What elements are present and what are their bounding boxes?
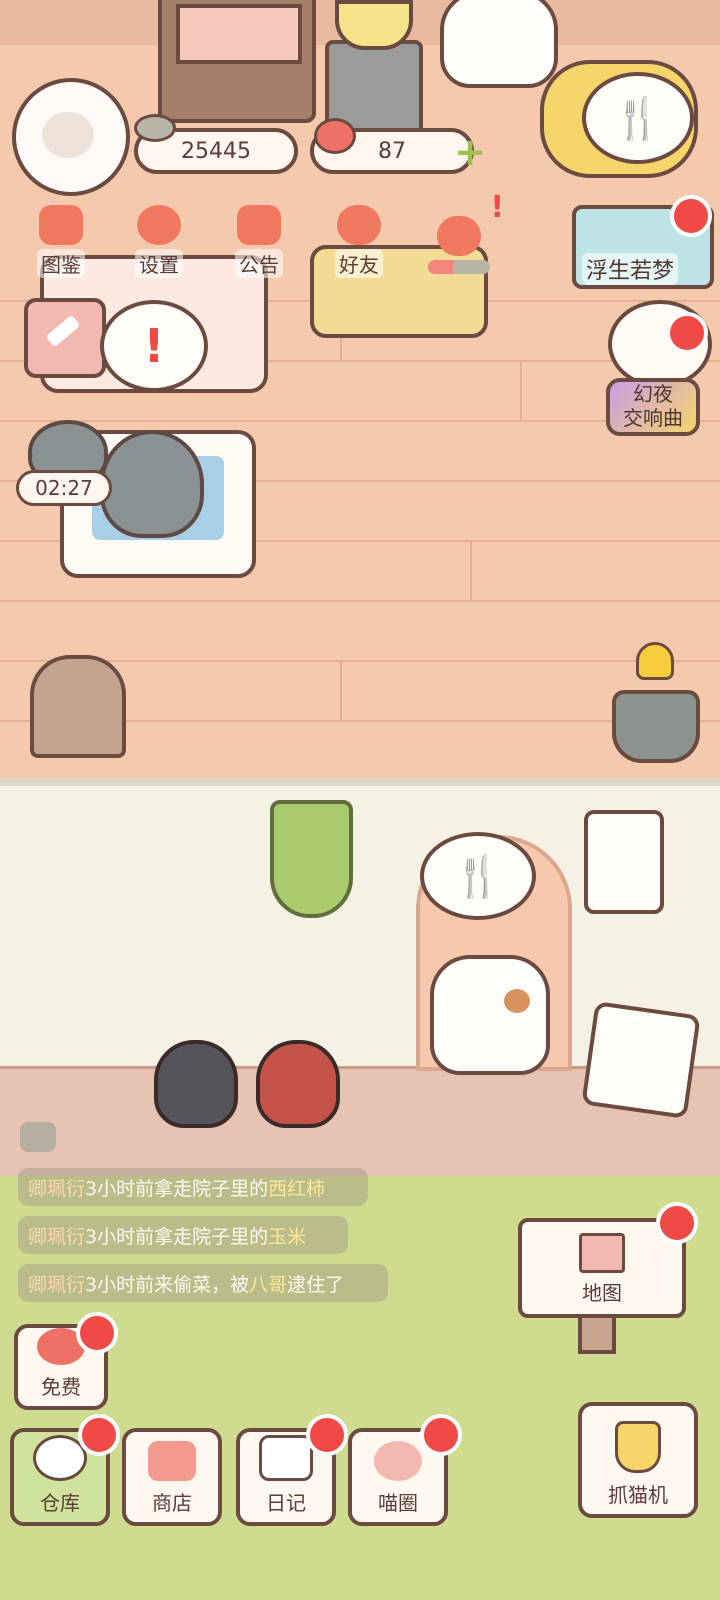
- map-badge: [656, 1202, 698, 1244]
- event-symphony-card: 幻夜 交响曲: [606, 378, 700, 436]
- add-currency-icon[interactable]: +: [452, 133, 488, 171]
- log-1-name: 卿珮衍: [28, 1177, 86, 1200]
- menu-settings-button[interactable]: 设置: [118, 202, 200, 278]
- event-symphony[interactable]: 幻夜 交响曲: [602, 300, 712, 460]
- log-3-name: 卿珮衍: [28, 1273, 86, 1296]
- cat-calendar[interactable]: [584, 810, 664, 914]
- trash-bin[interactable]: [30, 655, 126, 758]
- room-divider: [0, 778, 720, 786]
- menu-collection-button[interactable]: 图鉴: [20, 202, 102, 278]
- diary-label: 日记: [266, 1491, 306, 1515]
- claw-machine-label: 抓猫机: [608, 1483, 668, 1507]
- event-fusheng[interactable]: 浮生若梦: [572, 195, 714, 289]
- log-3-tail: 逮住了: [287, 1273, 345, 1296]
- cat-book-icon: [39, 205, 83, 245]
- fish-currency[interactable]: 25445: [134, 114, 298, 174]
- log-2-name: 卿珮衍: [28, 1225, 86, 1248]
- hearts-icon: [437, 216, 481, 256]
- menu-notice-button[interactable]: 公告: [218, 202, 300, 278]
- mouse-timer[interactable]: 02:27: [16, 470, 112, 506]
- log-2-item: 玉米: [268, 1225, 307, 1248]
- circle-badge: [420, 1414, 462, 1456]
- tv-cabinet[interactable]: [158, 0, 316, 123]
- claw-icon: [615, 1421, 661, 1473]
- tulip: [636, 642, 674, 680]
- heart-currency[interactable]: 87: [310, 118, 474, 174]
- event-symphony-line1: 幻夜: [633, 382, 673, 406]
- grumpy-mouse[interactable]: [100, 430, 204, 538]
- menu-notice-label: 公告: [235, 249, 283, 278]
- warehouse-badge: [78, 1414, 120, 1456]
- gear-icon: [137, 205, 181, 245]
- shop-icon: [148, 1441, 196, 1481]
- menu-friends-button[interactable]: 好友: [318, 202, 400, 278]
- diary-icon: [259, 1435, 313, 1481]
- log-2-text: 3小时前拿走院子里的: [85, 1225, 269, 1248]
- log-entry-3: 卿珮衍 3小时前来偷菜，被 八哥 逮住了: [18, 1264, 388, 1302]
- free-label: 免费: [41, 1375, 81, 1399]
- menu-settings-label: 设置: [135, 249, 183, 278]
- calico-cat[interactable]: [430, 955, 550, 1075]
- love-progress-bar: [428, 260, 490, 274]
- dark-daruma[interactable]: [154, 1040, 238, 1128]
- warehouse-label: 仓库: [40, 1491, 80, 1515]
- shop-button[interactable]: 商店: [122, 1428, 222, 1526]
- log-1-item: 西红柿: [268, 1177, 326, 1200]
- flower-pot[interactable]: [612, 690, 700, 763]
- friends-icon: [337, 205, 381, 245]
- easel[interactable]: [581, 1001, 701, 1119]
- free-badge: [76, 1312, 118, 1354]
- log-entry-2: 卿珮衍 3小时前拿走院子里的 玉米: [18, 1216, 348, 1254]
- mouse-timer-text: 02:27: [35, 476, 93, 500]
- log-1-text: 3小时前拿走院子里的: [85, 1177, 269, 1200]
- heart-icon: [314, 118, 356, 154]
- planet-cat-icon: [374, 1441, 422, 1481]
- chat-icon[interactable]: [20, 1122, 56, 1152]
- event-fusheng-label: 浮生若梦: [582, 253, 679, 285]
- shop-label: 商店: [152, 1491, 192, 1515]
- hungry-bubble-yard[interactable]: 🍴: [420, 832, 536, 920]
- event-fusheng-badge: [670, 195, 712, 237]
- hanging-corn: [270, 800, 353, 918]
- fish-count: 25445: [181, 138, 251, 164]
- menu-love-button[interactable]: !: [418, 190, 504, 278]
- heart-count: 87: [378, 138, 406, 164]
- event-symphony-badge: [666, 312, 708, 354]
- log-entry-1: 卿珮衍 3小时前拿走院子里的 西红柿: [18, 1168, 368, 1206]
- fish-icon: [134, 114, 176, 142]
- notebook-button[interactable]: [24, 298, 106, 378]
- player-avatar[interactable]: [12, 78, 130, 196]
- pencil-icon: [45, 314, 81, 348]
- circle-label: 喵圈: [378, 1491, 418, 1515]
- claw-machine-button[interactable]: 抓猫机: [578, 1402, 698, 1518]
- event-symphony-line2: 交响曲: [623, 406, 683, 430]
- house-icon: [579, 1233, 625, 1273]
- menu-friends-label: 好友: [335, 249, 383, 278]
- red-daruma[interactable]: [256, 1040, 340, 1128]
- diary-badge: [306, 1414, 348, 1456]
- menu-collection-label: 图鉴: [37, 249, 85, 278]
- teapot: [335, 0, 413, 50]
- map-label: 地图: [582, 1281, 622, 1305]
- log-3-text: 3小时前来偷菜，被: [85, 1273, 250, 1296]
- alert-bubble[interactable]: !: [100, 300, 208, 392]
- white-cat-sitting[interactable]: [440, 0, 558, 88]
- log-3-item: 八哥: [249, 1273, 288, 1296]
- hungry-bubble-top[interactable]: 🍴: [582, 72, 694, 164]
- gift-icon: [237, 205, 281, 245]
- love-alert-icon: !: [490, 190, 504, 225]
